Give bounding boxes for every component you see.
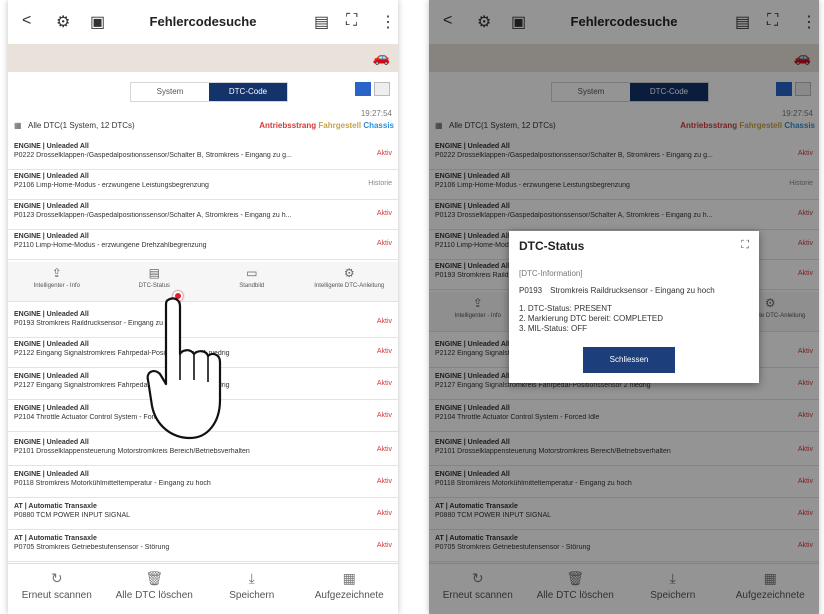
screenshot-icon[interactable]: ⛶ bbox=[741, 239, 749, 252]
phone-screen-dtc-status-dialog: < ⚙ ▣ Fehlercodesuche ▤ ⛶ ⋮ 🚗 System DTC… bbox=[429, 0, 819, 614]
dtc-ready-line: 2. Markierung DTC bereit: COMPLETED bbox=[519, 314, 664, 323]
row-description: P2110 Limp-Home-Modus - erzwungene Drehz… bbox=[14, 242, 207, 249]
screenshot-icon[interactable]: ⛶ bbox=[346, 12, 357, 30]
status-badge: Historie bbox=[368, 180, 392, 187]
status-badge: Aktiv bbox=[376, 412, 392, 419]
category-antriebsstrang[interactable]: Antriebsstrang bbox=[259, 121, 316, 130]
phone-screen-dtc-list: < ⚙ ▣ Fehlercodesuche ▤ ⛶ ⋮ 🚗 System DTC… bbox=[8, 0, 398, 614]
status-badge: Aktiv bbox=[376, 446, 392, 453]
status-badge: Aktiv bbox=[376, 510, 392, 517]
row-description: P2101 Drosselklappensteuerung Motorstrom… bbox=[14, 448, 250, 455]
row-system: AT | Automatic Transaxle bbox=[14, 535, 97, 542]
category-chassis[interactable]: Chassis bbox=[363, 121, 394, 130]
row-description: P0222 Drosselklappen-/Gaspedalpositionss… bbox=[14, 152, 292, 159]
view-tabs: System DTC-Code bbox=[130, 82, 288, 102]
view-mode-toggle bbox=[355, 82, 390, 96]
mil-status-line: 3. MIL-Status: OFF bbox=[519, 324, 588, 333]
dtc-code-line: P0193 Stromkreis Raildrucksensor - Eingan… bbox=[519, 286, 749, 295]
dialog-title: DTC-Status bbox=[519, 239, 585, 253]
status-badge: Aktiv bbox=[376, 478, 392, 485]
download-icon: ⤓ bbox=[248, 570, 255, 586]
gear-icon: ⚙ bbox=[343, 266, 355, 280]
dialog-subtitle: [DTC-Information] bbox=[519, 269, 583, 278]
refresh-icon: ↻ bbox=[50, 570, 63, 586]
close-button[interactable]: Schliessen bbox=[583, 347, 675, 373]
rescan-button[interactable]: ↻ Erneut scannen bbox=[8, 564, 106, 614]
table-row[interactable]: ENGINE | Unleaded All P2106 Limp-Home-Mod… bbox=[8, 170, 398, 200]
status-badge: Aktiv bbox=[376, 150, 392, 157]
dtc-status-line: 1. DTC-Status: PRESENT bbox=[519, 304, 612, 313]
row-description: P0123 Drosselklappen-/Gaspedalpositionss… bbox=[14, 212, 292, 219]
row-description: P2106 Limp-Home-Modus - erzwungene Leist… bbox=[14, 182, 209, 189]
row-system: ENGINE | Unleaded All bbox=[14, 143, 89, 150]
top-bar: < ⚙ ▣ Fehlercodesuche ▤ ⛶ ⋮ bbox=[8, 0, 398, 44]
tab-system[interactable]: System bbox=[131, 83, 209, 101]
pointing-hand-icon bbox=[146, 297, 222, 440]
save-button[interactable]: ⤓ Speichern bbox=[203, 564, 301, 614]
status-badge: Aktiv bbox=[376, 348, 392, 355]
dtc-status-dialog: DTC-Status ⛶ [DTC-Information] P0193 Stro… bbox=[509, 231, 759, 383]
category-fahrgestell[interactable]: Fahrgestell bbox=[318, 121, 361, 130]
share-icon: ⇪ bbox=[51, 266, 62, 280]
car-icon[interactable]: 🚗 bbox=[373, 49, 390, 66]
freeze-frame-icon: ▭ bbox=[246, 266, 258, 280]
row-system: AT | Automatic Transaxle bbox=[14, 503, 97, 510]
filter-icon[interactable]: ▦ bbox=[14, 121, 24, 130]
grid-view-icon[interactable] bbox=[374, 82, 390, 96]
table-row[interactable]: AT | Automatic Transaxle P0705 Stromkreis… bbox=[8, 532, 398, 562]
summary-text: Alle DTC(1 System, 12 DTCs) bbox=[28, 121, 135, 130]
row-description: P0118 Stromkreis Motorkühlmitteltemperat… bbox=[14, 480, 211, 487]
intelligent-info-button[interactable]: ⇪ Intelligenter - Info bbox=[8, 262, 106, 301]
table-row[interactable]: ENGINE | Unleaded All P0222 Drosselklappe… bbox=[8, 140, 398, 170]
dtc-summary: ▦ Alle DTC(1 System, 12 DTCs) Antriebsstr… bbox=[14, 121, 394, 137]
clear-all-dtc-button[interactable]: 🗑 Alle DTC löschen bbox=[106, 564, 204, 614]
status-badge: Aktiv bbox=[376, 380, 392, 387]
dtc-code-description: Stromkreis Raildrucksensor - Eingang zu … bbox=[550, 286, 715, 295]
recorded-button[interactable]: ▦ Aufgezeichnete bbox=[301, 564, 399, 614]
dtc-code: P0193 bbox=[519, 286, 543, 295]
dtc-guide-button[interactable]: ⚙ Intelligente DTC-Anleitung bbox=[301, 262, 399, 301]
report-icon[interactable]: ▤ bbox=[314, 12, 329, 32]
page-title: Fehlercodesuche bbox=[149, 14, 257, 29]
status-badge: Aktiv bbox=[376, 318, 392, 325]
table-row[interactable]: ENGINE | Unleaded All P0118 Stromkreis Mo… bbox=[8, 468, 398, 498]
tab-dtc-code[interactable]: DTC-Code bbox=[209, 83, 287, 101]
row-description: P0880 TCM POWER INPUT SIGNAL bbox=[14, 512, 131, 519]
status-badge: Aktiv bbox=[376, 210, 392, 217]
timestamp: 19:27:54 bbox=[360, 109, 392, 118]
category-filter: Antriebsstrang Fahrgestell Chassis bbox=[259, 121, 394, 130]
status-badge: Aktiv bbox=[376, 240, 392, 247]
row-system: ENGINE | Unleaded All bbox=[14, 233, 89, 240]
bottom-toolbar: ↻ Erneut scannen 🗑 Alle DTC löschen ⤓ Speic… bbox=[8, 563, 398, 614]
table-row[interactable]: ENGINE | Unleaded All P0123 Drosselklappe… bbox=[8, 200, 398, 230]
row-system: ENGINE | Unleaded All bbox=[14, 173, 89, 180]
more-menu-button[interactable]: ⋮ bbox=[380, 12, 396, 32]
vehicle-strip: 🚗 bbox=[8, 44, 398, 72]
status-icon: ▤ bbox=[148, 266, 160, 280]
row-system: ENGINE | Unleaded All bbox=[14, 471, 89, 478]
row-description: P0705 Stromkreis Getriebestufensensor - … bbox=[14, 544, 170, 551]
table-row[interactable]: AT | Automatic Transaxle P0880 TCM POWER … bbox=[8, 500, 398, 530]
status-badge: Aktiv bbox=[376, 542, 392, 549]
table-row-selected[interactable]: ENGINE | Unleaded All P2110 Limp-Home-Mod… bbox=[8, 230, 398, 260]
row-system: ENGINE | Unleaded All bbox=[14, 203, 89, 210]
trash-icon: 🗑 bbox=[145, 570, 164, 586]
list-view-icon[interactable] bbox=[355, 82, 371, 96]
calendar-icon: ▦ bbox=[342, 570, 356, 586]
